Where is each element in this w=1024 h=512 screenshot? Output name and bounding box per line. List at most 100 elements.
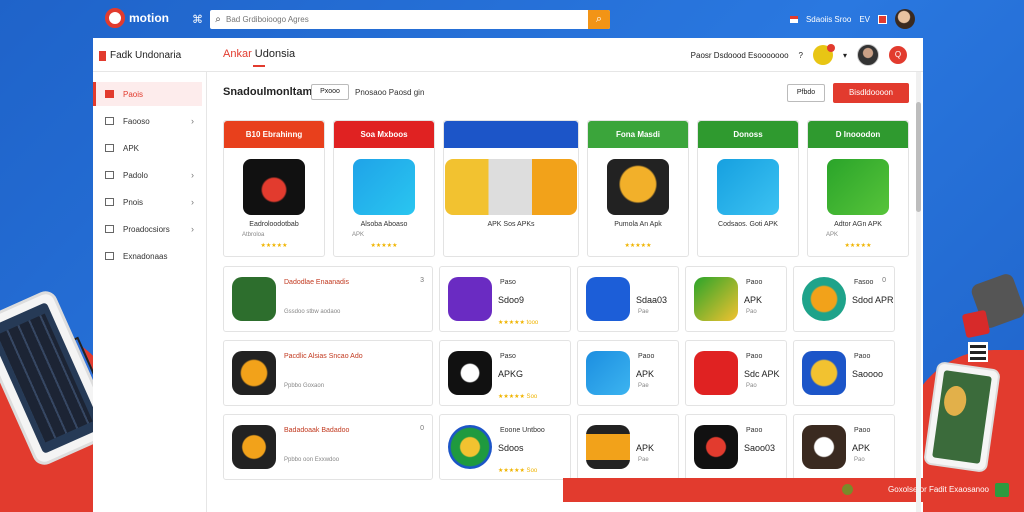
calendar-icon[interactable] — [878, 14, 887, 24]
scrollbar[interactable] — [916, 72, 921, 512]
app-icon — [232, 277, 276, 321]
app-card[interactable]: Pacdlic Alsias Sncao Ado Ppbbo Goxaon — [223, 340, 433, 406]
language-selector[interactable]: EV — [859, 15, 870, 24]
page-title: Snadoulmonltam — [223, 86, 313, 98]
badge-button[interactable]: Q — [889, 46, 907, 64]
app-card[interactable]: Dadodlae Enaanadis Gssdoo stbw aodaoo 3 — [223, 266, 433, 332]
site-title[interactable]: Fadk Undonaria — [99, 50, 181, 61]
app-card[interactable]: Badadoaak Badadoo Ppbbo oon Exxwdoo 0 — [223, 414, 433, 480]
chevron-right-icon: › — [191, 224, 194, 234]
app-card[interactable]: Paso APKG ★★★★★ Soo — [439, 340, 571, 406]
app-title: Paoo — [746, 353, 763, 360]
notification-bar[interactable]: Goxolse or Fadit Exaosanoo — [563, 478, 1024, 502]
nav-title-highlight: Ankar — [223, 48, 252, 60]
app-name: Pumola An Apk — [614, 221, 662, 228]
app-icon — [586, 277, 630, 321]
app-card[interactable]: Paoo APK Pao — [793, 414, 895, 480]
chevron-down-icon[interactable]: ▾ — [843, 51, 847, 60]
featured-card[interactable]: D Inooodon Adtor AGn APK APK ★★★★★ — [807, 120, 909, 257]
app-title: Paoo — [854, 427, 871, 434]
account-link[interactable]: Sdaoiis Sroo — [806, 15, 851, 24]
sort-button[interactable]: Pfbdo — [787, 84, 825, 102]
app-name: Codsaos. Goti APK — [718, 221, 778, 228]
chevron-right-icon: › — [191, 170, 194, 180]
search-icon: ⌕ — [215, 14, 221, 25]
sidebar-item-3[interactable]: Padolo › — [93, 163, 202, 187]
featured-card-banner: Donoss — [698, 121, 798, 148]
grid-row: Badadoaak Badadoo Ppbbo oon Exxwdoo 0 Eo… — [223, 414, 906, 480]
app-card[interactable]: Sdaa03 Pae — [577, 266, 679, 332]
primary-action-button[interactable]: Bisdldoooon — [833, 83, 909, 103]
sidebar-item-icon — [105, 144, 114, 152]
app-icon — [802, 425, 846, 469]
app-name: Sdoo9 — [498, 295, 525, 305]
app-name: Sdc APK — [744, 369, 780, 379]
flag-icon — [789, 15, 798, 23]
featured-card[interactable]: APK Sos APKs — [443, 120, 579, 257]
app-name: APK — [744, 295, 763, 305]
app-icon — [448, 351, 492, 395]
sidebar-item-icon — [105, 171, 114, 179]
app-icon — [694, 277, 738, 321]
app-card[interactable]: Paoo Saoooo — [793, 340, 895, 406]
featured-card[interactable]: Fona Masdi Pumola An Apk ★★★★★ — [587, 120, 689, 257]
app-card[interactable]: Paoo APK Pae — [577, 340, 679, 406]
app-rating: ★★★★★ Soo — [498, 468, 538, 474]
app-name: APK — [636, 443, 655, 453]
sidebar-item-2[interactable]: APK — [93, 136, 202, 160]
app-card[interactable]: APK Pae — [577, 414, 679, 480]
header-link[interactable]: Paosr Dsdoood Esooooooo — [691, 51, 789, 60]
sidebar-item-label: Paois — [123, 89, 144, 99]
brand-logo[interactable]: motion — [105, 8, 169, 28]
notification-toggle[interactable] — [812, 44, 835, 65]
grid-row: Pacdlic Alsias Sncao Ado Ppbbo Goxaon Pa… — [223, 340, 906, 406]
sidebar-item-icon — [105, 225, 114, 233]
sidebar-item-4[interactable]: Pnois › — [93, 190, 202, 214]
search-input[interactable] — [226, 11, 588, 28]
app-card[interactable]: Eoone Untboo Sdoos ★★★★★ Soo — [439, 414, 571, 480]
user-avatar[interactable] — [857, 44, 879, 66]
app-card[interactable]: Paso Sdoo9 ★★★★★ tooo — [439, 266, 571, 332]
header-actions: Paosr Dsdoood Esooooooo ? ▾ Q — [691, 44, 907, 66]
sidebar-item-icon — [105, 198, 114, 206]
app-name: APK — [852, 443, 871, 453]
sidebar-item-6[interactable]: Exnadonaas — [93, 244, 202, 268]
featured-card[interactable]: B10 Ebrahinng Eadroloodotbab Atbroloa ★★… — [223, 120, 325, 257]
app-icon — [802, 277, 846, 321]
main-panel: Fadk Undonaria Ankar Udonsia Paosr Dsdoo… — [93, 38, 1024, 512]
app-name: Sdaa03 — [636, 295, 668, 305]
app-name: Adtor AGn APK — [834, 221, 882, 228]
app-name: APK Sos APKs — [487, 221, 535, 228]
app-card[interactable]: Paoo Saoo03 — [685, 414, 787, 480]
nav-title[interactable]: Ankar Udonsia — [223, 48, 295, 67]
app-badge: 0 — [420, 425, 424, 432]
app-card[interactable]: Fasoo Sdod APR 0 — [793, 266, 895, 332]
app-card[interactable]: Paoo Sdc APK Pao — [685, 340, 787, 406]
app-icon — [232, 351, 276, 395]
apps-grid-icon[interactable]: ⌘ — [192, 13, 203, 26]
sidebar-item-label: APK — [123, 143, 140, 153]
sidebar-item-0[interactable]: Paois — [93, 82, 202, 106]
app-category: APK — [352, 232, 365, 238]
app-name: Sdoos — [498, 443, 524, 453]
featured-apps: B10 Ebrahinng Eadroloodotbab Atbroloa ★★… — [223, 120, 909, 257]
featured-card-banner: D Inooodon — [808, 121, 908, 148]
search-button[interactable]: ⌕ — [588, 10, 610, 29]
app-card[interactable]: Paoo APK Pao — [685, 266, 787, 332]
help-icon[interactable]: ? — [799, 51, 803, 60]
app-meta: Pao — [746, 383, 757, 389]
download-icon[interactable] — [995, 483, 1009, 497]
filter-button[interactable]: Pxooo — [311, 84, 349, 100]
app-name: APK — [636, 369, 655, 379]
app-title: Paoo — [746, 427, 763, 434]
sidebar-item-5[interactable]: Proadocsiors › — [93, 217, 202, 241]
logo-icon — [105, 8, 125, 28]
scrollbar-thumb[interactable] — [916, 102, 921, 212]
avatar[interactable] — [895, 9, 915, 29]
app-meta: Pae — [638, 457, 649, 463]
sidebar-item-1[interactable]: Faooso › — [93, 109, 202, 133]
featured-card[interactable]: Donoss Codsaos. Goti APK — [697, 120, 799, 257]
app-rating: ★★★★★ — [844, 243, 872, 249]
featured-card[interactable]: Soa Mxboos Alsoba Aboaso APK ★★★★★ — [333, 120, 435, 257]
chevron-right-icon: › — [191, 116, 194, 126]
